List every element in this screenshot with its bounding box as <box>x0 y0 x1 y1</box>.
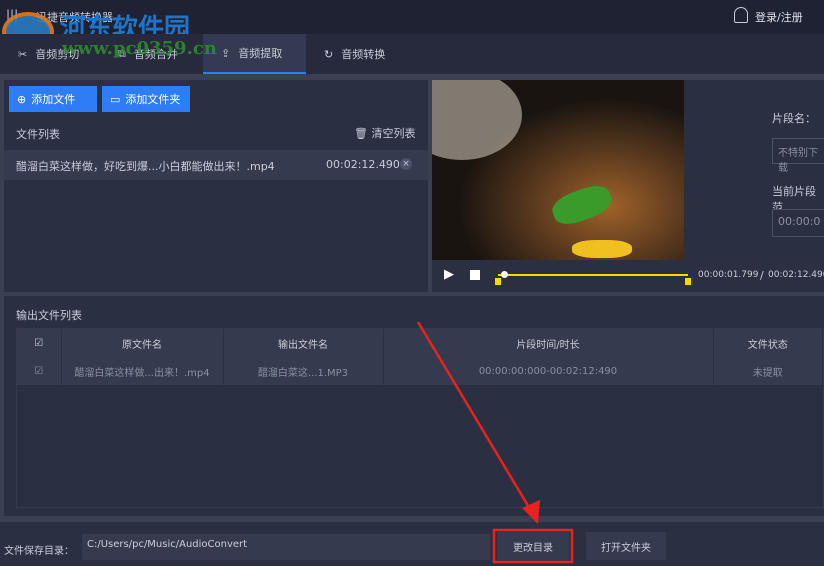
annotation-arrow <box>416 321 535 515</box>
annotation-highlight-box <box>492 528 574 564</box>
annotation-overlay <box>416 321 574 564</box>
annotation-arrowhead <box>522 500 540 524</box>
